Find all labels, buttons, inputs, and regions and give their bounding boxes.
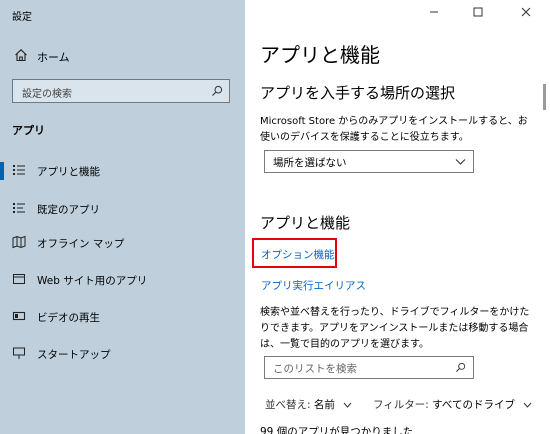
settings-search-input[interactable]: 設定の検索 [12, 79, 230, 103]
apps-features-icon [13, 165, 25, 175]
install-source-description: Microsoft Store からのみアプリをインストールすると、お使いのデバ… [260, 116, 528, 143]
apps-features-heading: アプリと機能 [260, 214, 351, 232]
sort-value: 名前 [313, 399, 335, 411]
video-playback-icon [12, 311, 26, 321]
sidebar-item-label: オフライン マップ [37, 238, 125, 250]
sort-dropdown[interactable]: 並べ替え: 名前 [265, 397, 352, 412]
maximize-button[interactable] [468, 4, 488, 20]
window-title: 設定 [12, 12, 32, 23]
page-title: アプリと機能 [260, 43, 380, 67]
sidebar-item-label: スタートアップ [37, 349, 111, 361]
section-label-apps: アプリ [12, 124, 45, 137]
main-pane: アプリと機能 アプリを入手する場所の選択 Microsoft Store からの… [245, 0, 550, 434]
offline-maps-icon [12, 235, 26, 249]
chevron-down-icon [523, 402, 532, 408]
sidebar-item-default-apps[interactable]: 既定のアプリ [0, 196, 245, 222]
apps-list-description: 検索や並べ替えを行ったり、ドライブでフィルターをかけたりできます。アプリをアンイ… [260, 307, 530, 350]
app-count-text: 99 個のアプリが見つかりました [260, 426, 414, 434]
sort-label: 並べ替え: [265, 399, 311, 411]
settings-window: 設定 ホーム 設定の検索 アプリ アプリと機能 既定のアプリ オフライン マップ… [0, 0, 550, 434]
chevron-down-icon [343, 402, 352, 408]
sidebar-item-label: 既定のアプリ [37, 204, 100, 216]
sidebar-item-apps-features[interactable]: アプリと機能 [0, 158, 245, 184]
chevron-down-icon [455, 159, 466, 165]
install-source-heading: アプリを入手する場所の選択 [260, 84, 456, 102]
filter-value: すべてのドライブ [432, 399, 516, 411]
close-button[interactable] [516, 4, 536, 20]
sidebar-item-video-playback[interactable]: ビデオの再生 [0, 304, 245, 330]
startup-icon [13, 347, 25, 359]
search-icon [212, 85, 223, 96]
filter-label: フィルター: [373, 399, 429, 411]
sidebar: 設定 ホーム 設定の検索 アプリ アプリと機能 既定のアプリ オフライン マップ… [0, 0, 245, 434]
nav-home[interactable]: ホーム [0, 44, 245, 70]
install-source-dropdown[interactable]: 場所を選ばない [264, 150, 474, 173]
selection-indicator [0, 162, 4, 180]
settings-search-placeholder: 設定の検索 [22, 89, 72, 100]
sidebar-item-apps-for-websites[interactable]: Web サイト用のアプリ [0, 267, 245, 293]
apps-for-websites-icon [13, 274, 25, 284]
sidebar-item-offline-maps[interactable]: オフライン マップ [0, 230, 245, 256]
window-controls [420, 0, 550, 26]
home-icon [15, 49, 27, 62]
optional-features-link[interactable]: オプション機能 [261, 247, 335, 262]
app-execution-aliases-link[interactable]: アプリ実行エイリアス [261, 278, 366, 293]
default-apps-icon [13, 203, 25, 213]
search-icon [456, 362, 466, 372]
sidebar-item-startup[interactable]: スタートアップ [0, 341, 245, 367]
filter-dropdown[interactable]: フィルター: すべてのドライブ [373, 397, 532, 412]
dropdown-value: 場所を選ばない [273, 157, 347, 169]
sidebar-item-label: ビデオの再生 [37, 312, 100, 324]
app-list-search-input[interactable]: このリストを検索 [264, 356, 474, 379]
nav-home-label: ホーム [37, 51, 70, 64]
scrollbar-thumb[interactable] [543, 84, 546, 110]
sidebar-item-label: Web サイト用のアプリ [37, 275, 148, 287]
sidebar-item-label: アプリと機能 [37, 166, 100, 178]
minimize-button[interactable] [424, 4, 444, 20]
app-list-search-placeholder: このリストを検索 [273, 363, 357, 375]
